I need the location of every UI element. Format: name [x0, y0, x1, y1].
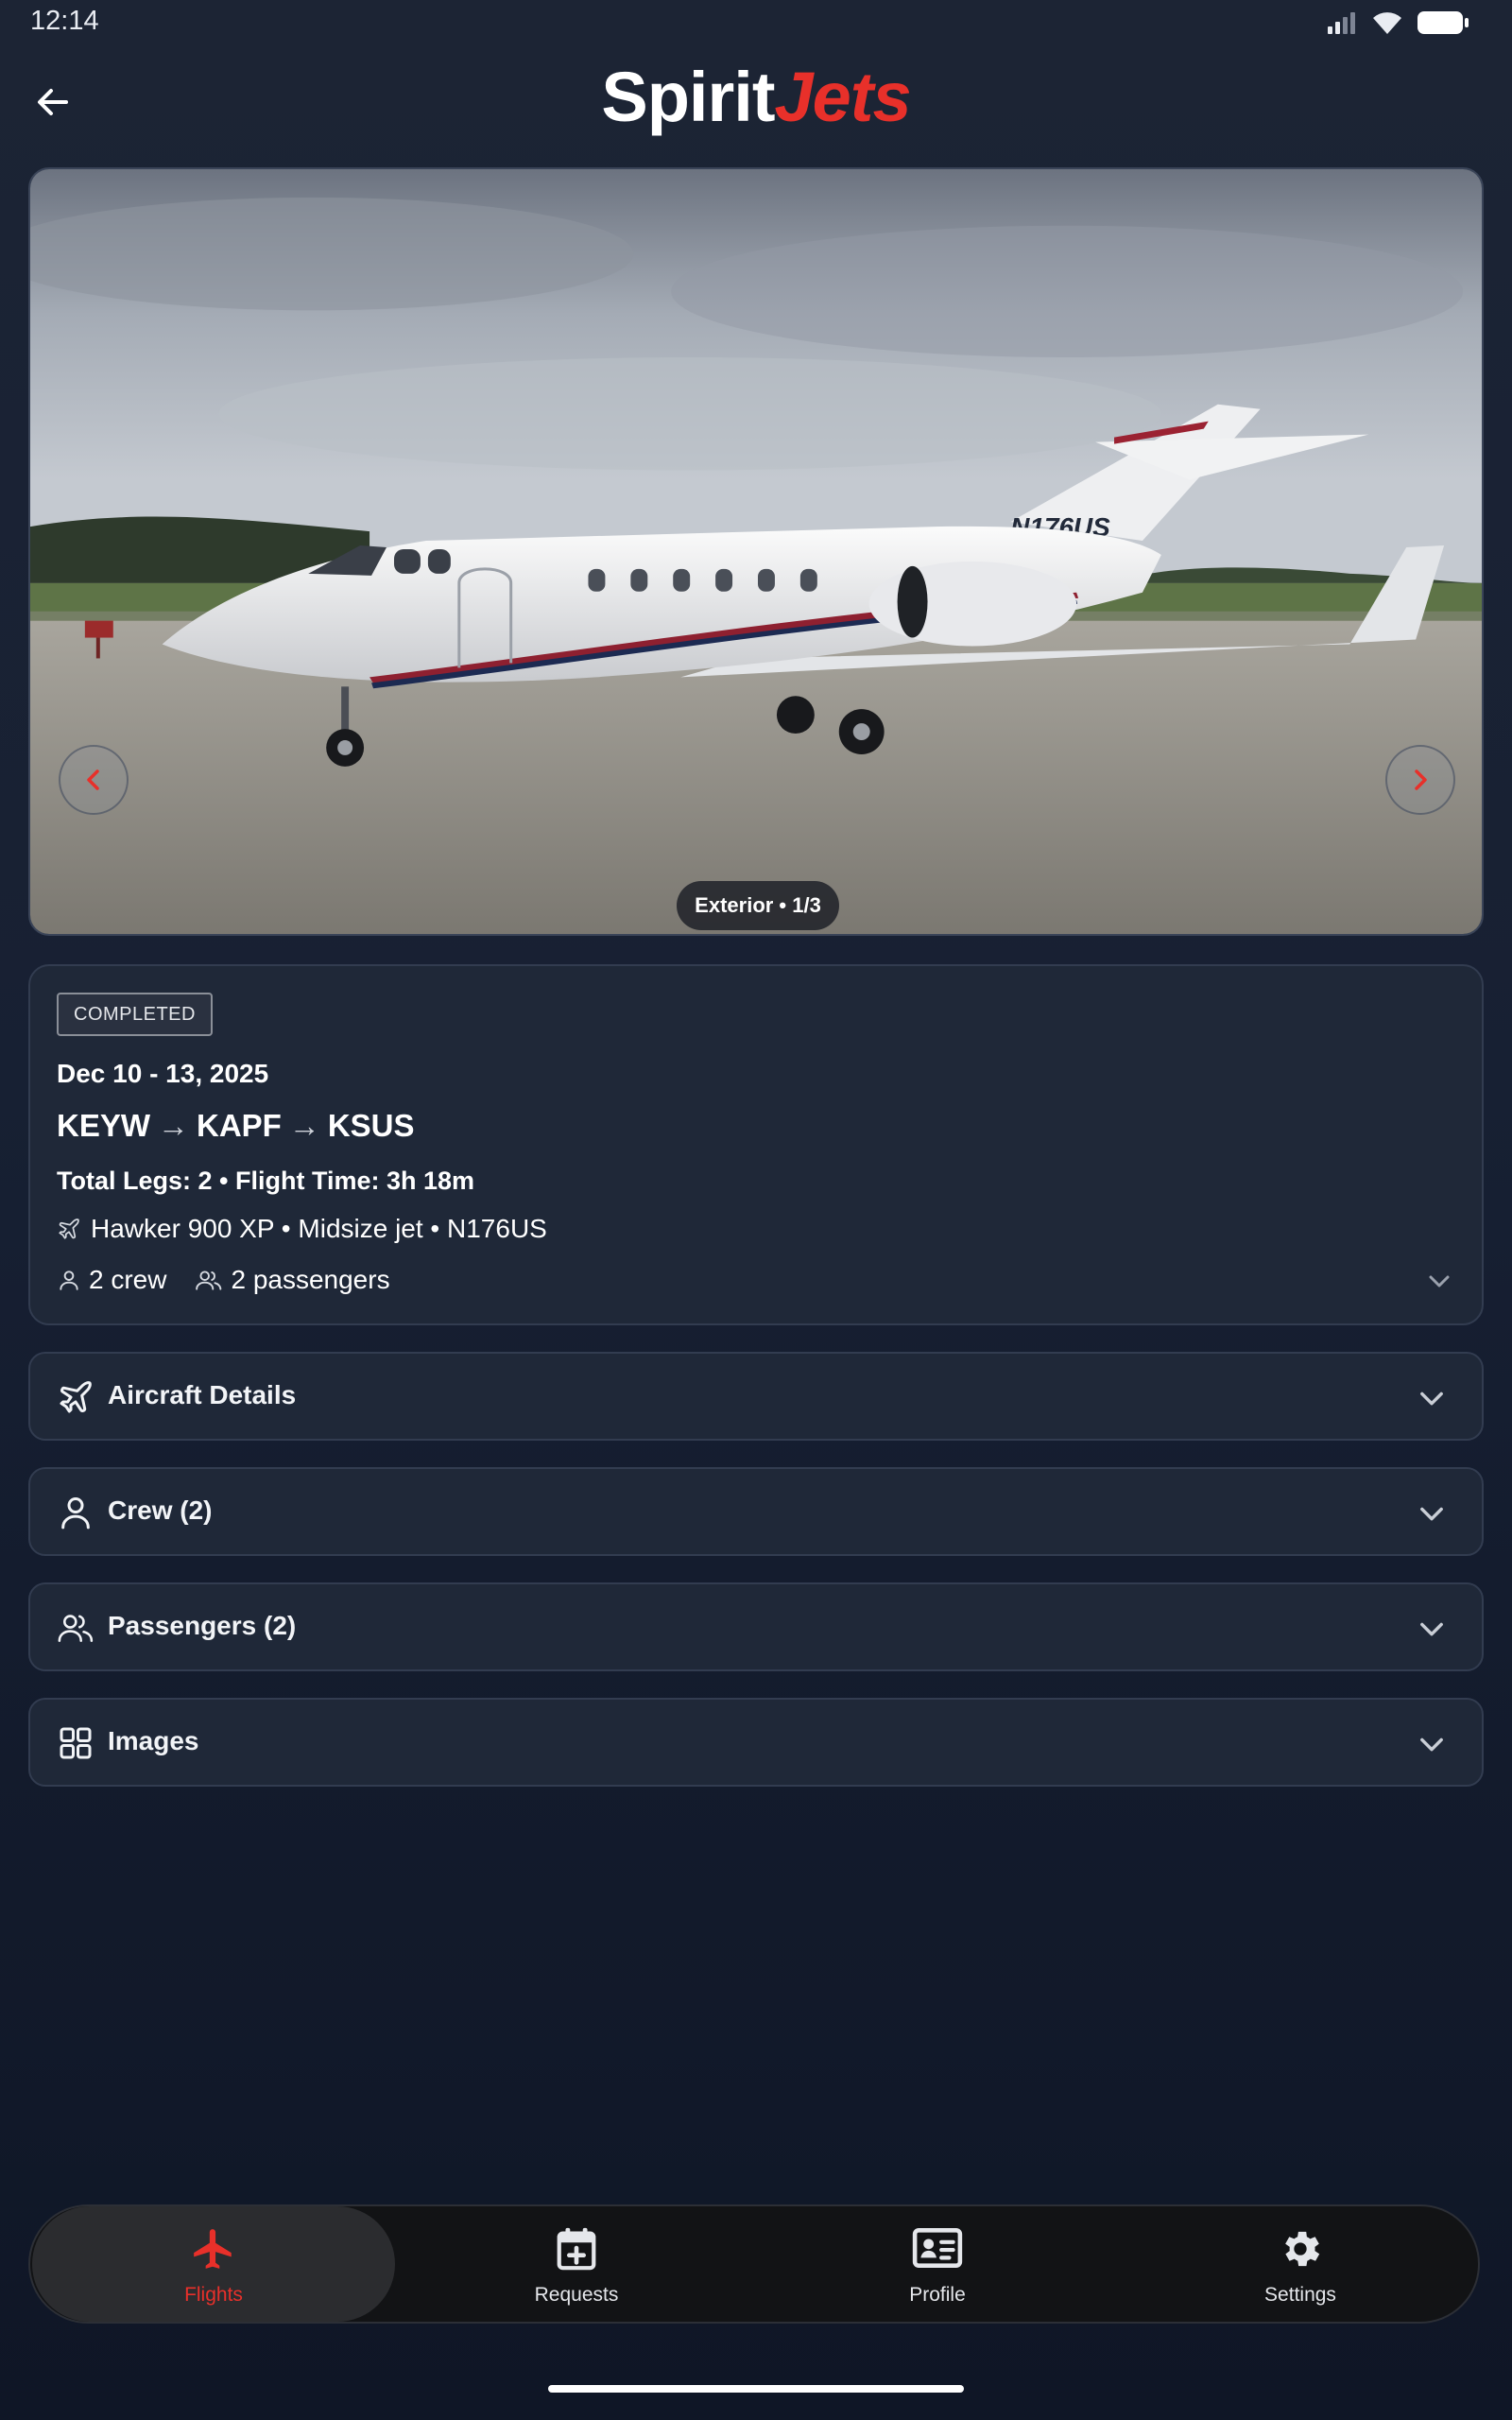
- trip-stats: Total Legs: 2 • Flight Time: 3h 18m: [57, 1167, 475, 1195]
- status-badge: COMPLETED: [57, 993, 213, 1036]
- passenger-count: 2 passengers: [231, 1265, 390, 1294]
- plane-icon: [59, 1219, 79, 1239]
- nav-flights[interactable]: Flights: [32, 2206, 395, 2322]
- home-indicator: [548, 2385, 964, 2393]
- nav-settings[interactable]: Settings: [1119, 2206, 1482, 2322]
- person-icon: [61, 1497, 90, 1530]
- id-card-icon: [912, 2228, 963, 2268]
- chevron-down-icon: [1429, 1275, 1450, 1288]
- bottom-navigation: Flights Requests Profile Settings: [28, 2204, 1480, 2324]
- logo-jets: Jets: [774, 58, 912, 136]
- chevron-down-icon: [1420, 1507, 1443, 1521]
- chevron-down-icon: [1420, 1737, 1443, 1752]
- nav-label: Profile: [909, 2284, 966, 2306]
- people-icon: [58, 1615, 94, 1642]
- aircraft-summary: Hawker 900 XP • Midsize jet • N176US: [57, 1214, 547, 1244]
- chevron-down-icon: [1420, 1392, 1443, 1406]
- carousel-next-button[interactable]: [1385, 745, 1455, 815]
- crew-count: 2 crew: [89, 1265, 167, 1294]
- people-summary: 2 crew 2 passengers: [57, 1265, 390, 1295]
- summary-expand-button[interactable]: [1425, 1267, 1453, 1300]
- route-airport-origin: KEYW: [57, 1108, 150, 1143]
- nav-profile[interactable]: Profile: [756, 2206, 1119, 2322]
- section-label: Passengers (2): [108, 1611, 297, 1640]
- logo-spirit: Spirit: [601, 58, 775, 136]
- back-button[interactable]: [28, 78, 77, 127]
- carousel-prev-button[interactable]: [59, 745, 129, 815]
- wifi-icon: [1373, 12, 1401, 34]
- arrow-left-icon: [38, 89, 68, 115]
- chevron-left-icon: [87, 769, 99, 790]
- section-label: Crew (2): [108, 1495, 213, 1525]
- section-crew[interactable]: Crew (2): [28, 1467, 1484, 1556]
- plane-icon: [60, 1381, 92, 1413]
- battery-icon: [1418, 11, 1469, 34]
- section-aircraft-details[interactable]: Aircraft Details: [28, 1352, 1484, 1441]
- people-icon: [196, 1270, 222, 1290]
- route-airport-stop: KAPF: [197, 1108, 282, 1143]
- trip-dates: Dec 10 - 13, 2025: [57, 1059, 269, 1088]
- status-bar: 12:14: [0, 0, 1512, 45]
- chevron-down-icon: [1420, 1622, 1443, 1636]
- nav-label: Requests: [534, 2284, 619, 2306]
- aircraft-photo-carousel[interactable]: N176US Exterior • 1/3: [28, 167, 1484, 936]
- grid-icon: [60, 1727, 92, 1759]
- airplane-icon: [194, 2229, 232, 2269]
- signal-icon: [1328, 12, 1355, 34]
- trip-summary-card[interactable]: COMPLETED Dec 10 - 13, 2025 KEYW → KAPF …: [28, 964, 1484, 1325]
- nav-label: Settings: [1264, 2284, 1336, 2306]
- trip-route: KEYW → KAPF → KSUS: [57, 1108, 415, 1144]
- carousel-caption: Exterior • 1/3: [677, 881, 839, 930]
- nav-label: Flights: [184, 2284, 243, 2306]
- gear-icon: [1285, 2231, 1320, 2267]
- aircraft-photo: N176US: [30, 169, 1482, 934]
- person-icon: [60, 1270, 78, 1290]
- section-label: Aircraft Details: [108, 1380, 297, 1409]
- section-label: Images: [108, 1726, 199, 1755]
- route-airport-destination: KSUS: [327, 1108, 415, 1143]
- spiritjets-logo: SpiritJets: [567, 59, 945, 136]
- section-passengers[interactable]: Passengers (2): [28, 1582, 1484, 1671]
- chevron-right-icon: [1415, 769, 1427, 790]
- nav-requests[interactable]: Requests: [395, 2206, 758, 2322]
- route-arrow: →: [158, 1108, 189, 1143]
- aircraft-summary-text: Hawker 900 XP • Midsize jet • N176US: [91, 1214, 547, 1243]
- calendar-plus-icon: [557, 2227, 596, 2271]
- route-arrow: →: [288, 1108, 320, 1143]
- section-images[interactable]: Images: [28, 1698, 1484, 1787]
- status-time: 12:14: [30, 6, 99, 36]
- status-icons: [1326, 9, 1469, 36]
